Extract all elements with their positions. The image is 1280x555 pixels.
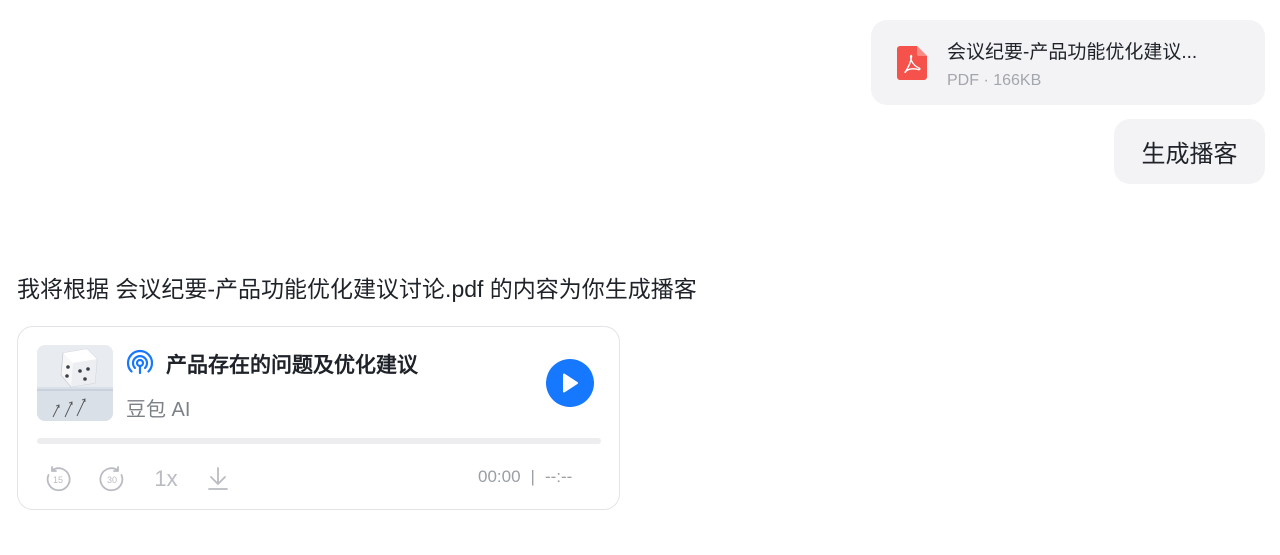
- user-message-text: 生成播客: [1141, 141, 1238, 168]
- duration: --:--: [544, 467, 573, 486]
- forward-30-icon: 30: [99, 466, 124, 492]
- current-time: 00:00: [478, 467, 521, 486]
- svg-text:15: 15: [53, 475, 63, 485]
- play-button[interactable]: [546, 359, 594, 407]
- progress-bar[interactable]: [37, 438, 601, 444]
- time-separator: |: [530, 467, 535, 486]
- play-icon: [563, 373, 578, 393]
- podcast-title: 产品存在的问题及优化建议: [166, 354, 418, 377]
- pdf-file-icon: [897, 46, 927, 80]
- forward-30-button[interactable]: 30: [98, 465, 126, 493]
- svg-text:30: 30: [107, 475, 117, 485]
- podcast-card: 产品存在的问题及优化建议 豆包 AI 15 30 1x 00:00 | --:--: [17, 326, 620, 510]
- file-attachment-card[interactable]: 会议纪要-产品功能优化建议... PDF · 166KB: [871, 20, 1265, 105]
- podcast-cover-image: [37, 345, 113, 421]
- time-display: 00:00 | --:--: [478, 467, 572, 487]
- download-icon: [208, 467, 228, 490]
- rewind-15-icon: 15: [46, 466, 71, 492]
- podcast-author: 豆包 AI: [126, 399, 191, 421]
- download-button[interactable]: [206, 465, 230, 493]
- assistant-reply-text: 我将根据 会议纪要-产品功能优化建议讨论.pdf 的内容为你生成播客: [17, 276, 697, 302]
- podcast-icon: [126, 349, 154, 375]
- file-name: 会议纪要-产品功能优化建议...: [947, 42, 1198, 63]
- rewind-15-button[interactable]: 15: [44, 465, 72, 493]
- user-message-bubble: 生成播客: [1114, 119, 1265, 184]
- file-meta: PDF · 166KB: [947, 72, 1042, 89]
- playback-speed-button[interactable]: 1x: [152, 465, 180, 493]
